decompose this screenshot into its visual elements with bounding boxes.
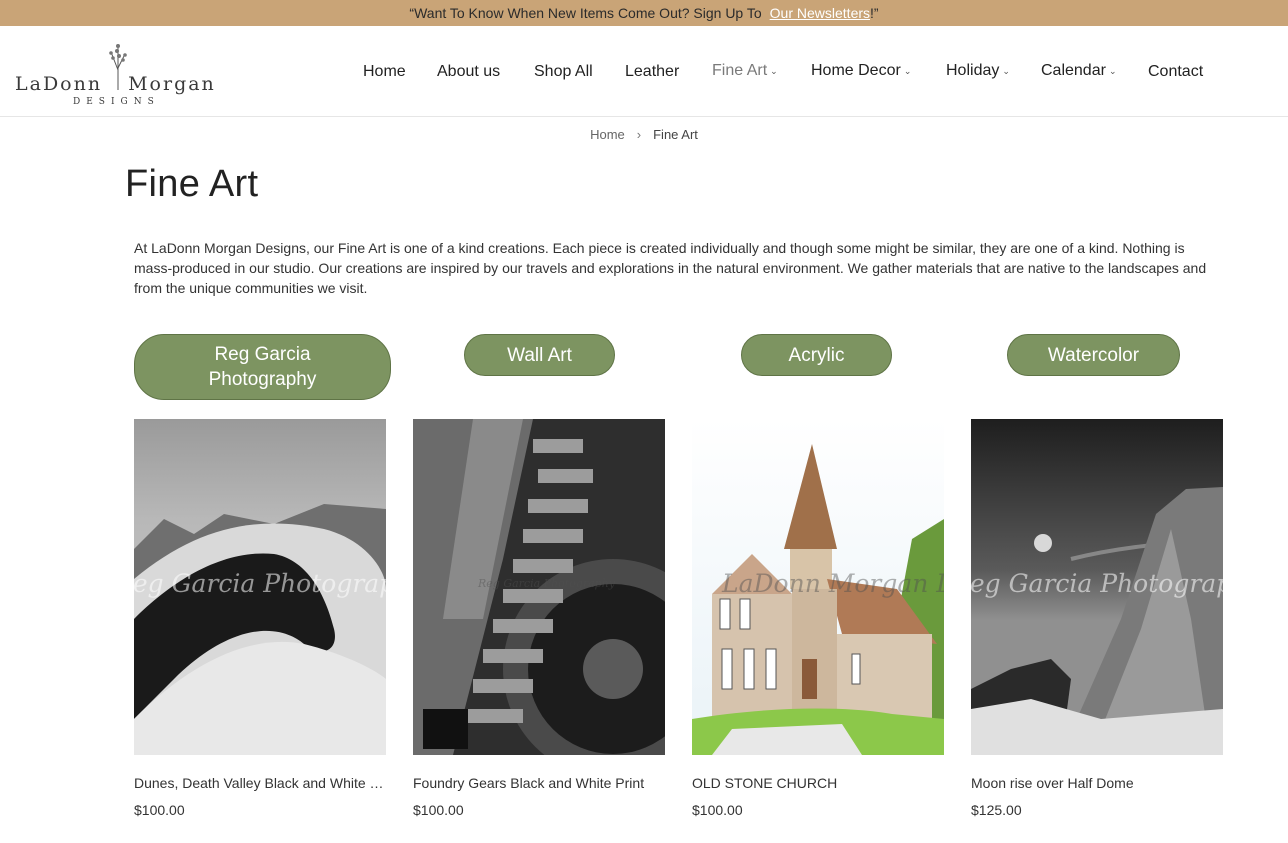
image-watermark: Reg Garcia Photography: [134, 569, 386, 598]
nav-calendar[interactable]: Calendar ⌄: [1041, 62, 1116, 80]
nav-home[interactable]: Home: [363, 63, 406, 81]
nav-shop-all[interactable]: Shop All: [534, 63, 593, 81]
collection-description: At LaDonn Morgan Designs, our Fine Art i…: [134, 240, 1207, 296]
page-title: Fine Art: [125, 163, 259, 205]
breadcrumb-separator: ›: [636, 127, 642, 142]
product-price: $100.00: [413, 802, 464, 818]
image-watermark: Reg Garcia Photography: [478, 577, 616, 590]
main-nav: Home About us Shop All Leather Fine Art ⌄…: [0, 26, 1288, 116]
product-image[interactable]: Reg Garcia Photography: [134, 419, 386, 755]
chevron-down-icon: ⌄: [903, 65, 912, 76]
chevron-down-icon: ⌄: [1108, 65, 1117, 76]
image-watermark: Reg Garcia Photography: [971, 569, 1223, 598]
nav-contact[interactable]: Contact: [1148, 63, 1203, 81]
nav-label: Calendar: [1041, 62, 1106, 79]
nav-about-us[interactable]: About us: [437, 63, 500, 81]
product-title[interactable]: Moon rise over Half Dome: [971, 775, 1223, 791]
category-acrylic-button[interactable]: Acrylic: [741, 334, 892, 376]
product-card[interactable]: Reg Garcia Photography Foundry Gears Bla…: [413, 419, 665, 818]
newsletter-link[interactable]: Our Newsletters: [770, 5, 870, 21]
product-card[interactable]: Reg Garcia Photography Dunes, Death Vall…: [134, 419, 386, 818]
category-watercolor-button[interactable]: Watercolor: [1007, 334, 1180, 376]
nav-label: Leather: [625, 63, 680, 80]
product-title[interactable]: Dunes, Death Valley Black and White Prin…: [134, 775, 386, 791]
image-watermark: LaDonn Morgan Designs: [722, 569, 944, 598]
nav-label: Fine Art: [712, 62, 768, 79]
nav-leather[interactable]: Leather: [625, 63, 679, 81]
breadcrumb: Home › Fine Art: [0, 127, 1288, 142]
nav-holiday[interactable]: Holiday ⌄: [946, 62, 1010, 80]
product-card[interactable]: LaDonn Morgan Designs OLD STONE CHURCH $…: [692, 419, 944, 818]
chevron-down-icon: ⌄: [770, 65, 778, 76]
breadcrumb-current: Fine Art: [653, 127, 698, 142]
product-price: $125.00: [971, 802, 1022, 818]
product-title[interactable]: OLD STONE CHURCH: [692, 775, 944, 791]
product-image[interactable]: Reg Garcia Photography: [971, 419, 1223, 755]
product-price: $100.00: [692, 802, 743, 818]
nav-fine-art[interactable]: Fine Art ⌄: [712, 62, 778, 80]
nav-label: Home: [363, 63, 406, 80]
product-card[interactable]: Reg Garcia Photography Moon rise over Ha…: [971, 419, 1223, 818]
nav-label: Home Decor: [811, 62, 901, 79]
product-image[interactable]: Reg Garcia Photography: [413, 419, 665, 755]
breadcrumb-home[interactable]: Home: [590, 127, 625, 142]
nav-home-decor[interactable]: Home Decor ⌄: [811, 62, 911, 80]
nav-label: Holiday: [946, 62, 1000, 79]
announcement-text: “Want To Know When New Items Come Out? S…: [409, 5, 762, 21]
nav-label: Contact: [1148, 63, 1204, 80]
product-price: $100.00: [134, 802, 185, 818]
category-reg-garcia-photography-button[interactable]: Reg Garcia Photography: [134, 334, 391, 400]
category-wall-art-button[interactable]: Wall Art: [464, 334, 615, 376]
product-title[interactable]: Foundry Gears Black and White Print: [413, 775, 665, 791]
announcement-suffix: !”: [870, 5, 879, 21]
announcement-bar: “Want To Know When New Items Come Out? S…: [0, 0, 1288, 26]
product-image[interactable]: LaDonn Morgan Designs: [692, 419, 944, 755]
nav-label: Shop All: [534, 63, 593, 80]
chevron-down-icon: ⌄: [1002, 65, 1010, 76]
nav-label: About us: [437, 63, 501, 80]
site-header: LaDonn Morgan DESIGNS Home About us Shop …: [0, 26, 1288, 117]
